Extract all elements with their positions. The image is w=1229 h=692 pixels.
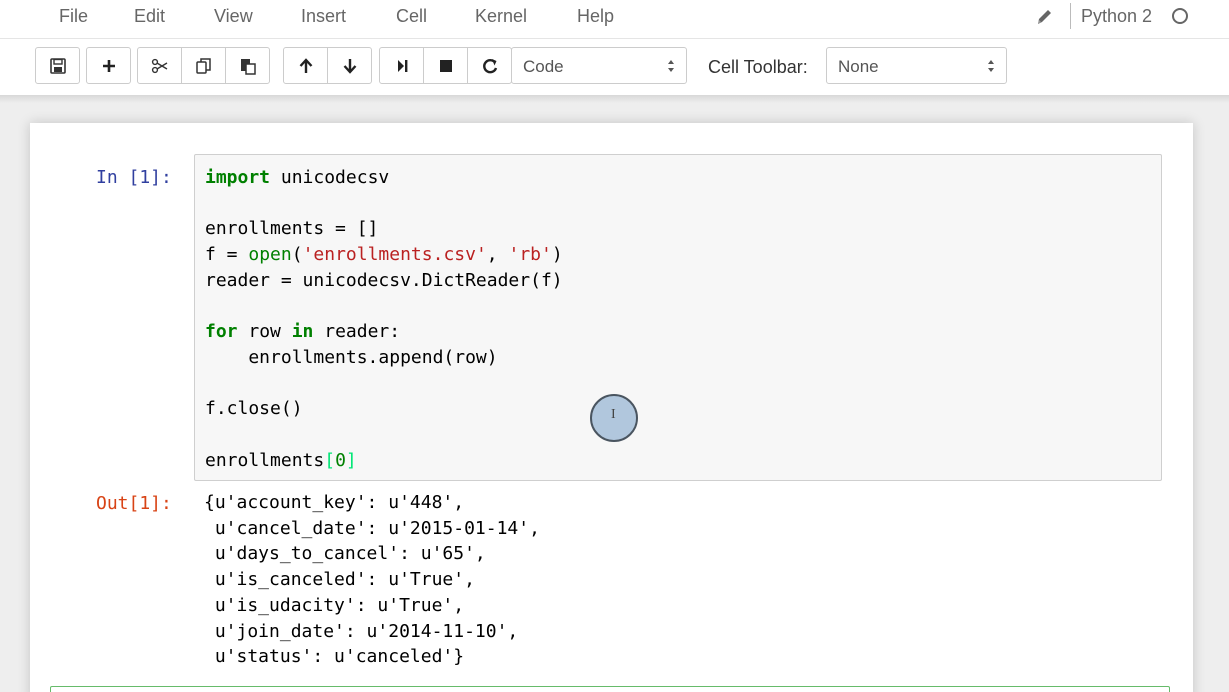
menubar: File Edit View Insert Cell Kernel Help P… (0, 0, 1229, 38)
code-token: enrollments (205, 449, 325, 471)
code-token: import (205, 167, 271, 188)
move-button-group (283, 47, 372, 84)
insert-cell-button[interactable] (86, 47, 131, 84)
insert-button-group (86, 47, 131, 84)
code-token: open (248, 244, 292, 266)
output-line: u'is_canceled': u'True', (204, 569, 475, 591)
restart-icon (482, 58, 497, 73)
output-line: u'status': u'canceled'} (204, 646, 465, 668)
pencil-icon[interactable] (1033, 4, 1055, 28)
next-code-cell[interactable] (50, 686, 1170, 692)
select-caret-icon (988, 60, 994, 72)
code-bracket: [ (324, 449, 336, 471)
edit-button-group (137, 47, 270, 84)
copy-button[interactable] (181, 47, 226, 84)
cell-type-value: Code (523, 57, 564, 76)
menu-file[interactable]: File (59, 6, 88, 27)
select-caret-icon (668, 60, 674, 72)
save-button[interactable] (35, 47, 80, 84)
restart-kernel-button[interactable] (467, 47, 512, 84)
run-button-group (379, 47, 512, 84)
menu-help[interactable]: Help (577, 6, 614, 27)
menu-insert[interactable]: Insert (301, 6, 346, 27)
output-line: u'days_to_cancel': u'65', (204, 543, 486, 565)
kernel-idle-indicator-icon (1172, 8, 1188, 24)
code-line: reader = unicodecsv.DictReader(f) (205, 269, 563, 291)
output-line: {u'account_key': u'448', (204, 492, 465, 513)
cell-type-select[interactable]: Code (511, 47, 687, 84)
paste-icon (240, 58, 256, 75)
code-token: ) (551, 244, 563, 266)
output-prompt: Out[1]: (96, 493, 172, 514)
header-shadow (0, 95, 1229, 103)
cell-toolbar-label: Cell Toolbar: (708, 57, 808, 77)
menu-kernel[interactable]: Kernel (475, 6, 527, 27)
paste-button[interactable] (225, 47, 270, 84)
stop-icon (439, 59, 452, 72)
move-down-button[interactable] (327, 47, 372, 84)
code-token: reader: (313, 321, 401, 343)
arrow-up-icon (299, 57, 312, 73)
output-line: u'is_udacity': u'True', (204, 594, 465, 616)
notebook-header: File Edit View Insert Cell Kernel Help P… (0, 0, 1229, 95)
menu-view[interactable]: View (214, 6, 253, 27)
code-token: , (486, 244, 509, 266)
code-line: enrollments = [] (205, 218, 379, 240)
code-line: f.close() (205, 398, 303, 420)
input-prompt: In [1]: (96, 167, 172, 188)
menu-edit[interactable]: Edit (134, 6, 165, 27)
arrow-down-icon (343, 58, 356, 74)
interrupt-kernel-button[interactable] (423, 47, 468, 84)
menu-cell[interactable]: Cell (396, 6, 427, 27)
kernel-name: Python 2 (1081, 6, 1153, 26)
code-token: for (205, 321, 238, 343)
code-token: ( (291, 244, 303, 266)
plus-icon (102, 59, 115, 72)
cursor-glyph: I (611, 407, 616, 422)
step-icon (397, 59, 407, 72)
cell-toolbar-select[interactable]: None (826, 47, 1007, 84)
copy-icon (195, 57, 211, 74)
cell-toolbar-value: None (838, 57, 879, 76)
output-line: u'join_date': u'2014-11-10', (204, 620, 519, 642)
code-token: unicodecsv (270, 167, 390, 188)
cut-button[interactable] (137, 47, 182, 84)
code-cell-input[interactable]: import unicodecsv enrollments = [] f = o… (194, 154, 1162, 481)
code-token: f = (205, 244, 249, 266)
code-line: enrollments.append(row) (205, 346, 498, 368)
save-button-group (35, 47, 80, 84)
code-editor[interactable]: import unicodecsv enrollments = [] f = o… (205, 165, 563, 473)
code-token: row (237, 321, 292, 343)
kernel-separator (1070, 3, 1071, 29)
code-string: 'enrollments.csv' (302, 244, 487, 266)
run-cell-button[interactable] (379, 47, 424, 84)
menubar-divider (0, 38, 1229, 39)
mouse-cursor-icon: I (590, 394, 638, 442)
cell-output: {u'account_key': u'448', u'cancel_date':… (204, 490, 540, 670)
scissors-icon (151, 58, 167, 73)
code-bracket: ] (345, 449, 357, 471)
output-line: u'cancel_date': u'2015-01-14', (204, 517, 540, 539)
code-token: in (291, 321, 314, 343)
code-number: 0 (335, 449, 346, 471)
save-icon (49, 57, 66, 74)
move-up-button[interactable] (283, 47, 328, 84)
code-string: 'rb' (508, 244, 552, 266)
